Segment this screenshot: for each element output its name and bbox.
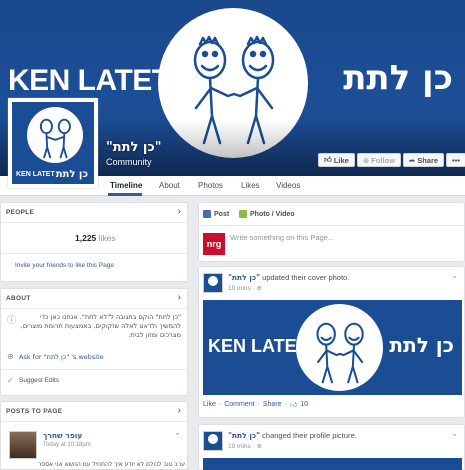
timeline-post-profile-picture: "כן לתת" changed their profile picture. … xyxy=(198,424,465,470)
page-category[interactable]: Community xyxy=(106,157,152,167)
post-image-brand-english: KEN LATET xyxy=(208,336,308,356)
visitor-post-time[interactable]: Today at 10:18pm xyxy=(43,442,91,448)
chevron-right-icon[interactable]: › xyxy=(178,405,181,416)
post-timestamp[interactable]: 19 mins · ⊕ xyxy=(228,284,262,292)
like-button[interactable]: 👍︎ Like xyxy=(318,153,355,167)
post-image-brand-hebrew: כן לתת xyxy=(389,333,454,357)
tab-likes[interactable]: Likes xyxy=(241,181,260,190)
two-people-shaking-hands-illustration xyxy=(316,322,364,384)
likes-count-label: likes xyxy=(98,233,116,243)
avatar-logo-circle xyxy=(208,434,218,444)
post-header: "כן לתת" changed their profile picture. xyxy=(228,431,357,440)
tab-timeline[interactable]: Timeline xyxy=(110,181,142,190)
post-author-name[interactable]: "כן לתת" xyxy=(228,431,260,440)
checkmark-icon: ✓ xyxy=(7,376,14,385)
chevron-down-icon[interactable]: ⌄ xyxy=(451,271,458,280)
cover-brand-english: KEN LATET xyxy=(8,64,170,97)
cover-brand-hebrew: כן לתת xyxy=(343,58,453,98)
profile-logo-circle xyxy=(27,107,83,163)
about-card-title: ABOUT xyxy=(6,295,31,302)
follow-button[interactable]: ⊛ Follow xyxy=(356,153,401,167)
post-action-text: changed their profile picture. xyxy=(262,431,357,440)
post-author-avatar[interactable] xyxy=(203,273,223,293)
post-action-text: updated their cover photo. xyxy=(262,273,350,282)
share-button[interactable]: ➦ Share xyxy=(402,153,445,167)
thumbs-up-icon: 👍︎ xyxy=(324,155,332,164)
divider xyxy=(1,253,187,254)
tab-photos[interactable]: Photos xyxy=(198,181,223,190)
posts-to-page-title: POSTS TO PAGE xyxy=(6,408,63,415)
posts-to-page-card: POSTS TO PAGE › עופר שחרך Today at 10:18… xyxy=(0,401,188,470)
divider xyxy=(1,308,187,309)
tab-about[interactable]: About xyxy=(159,181,180,190)
people-card: PEOPLE › 1,225 likes Invite your friends… xyxy=(0,202,188,282)
suggest-edits-link[interactable]: Suggest Edits xyxy=(19,377,59,384)
about-card: ABOUT › ⓘ "כן לתת" הוקם בתגובה ל"לא לתת"… xyxy=(0,288,188,396)
divider xyxy=(199,225,464,226)
post-timestamp[interactable]: 19 mins · ⊕ xyxy=(228,442,262,450)
chevron-down-icon[interactable]: ⌄ xyxy=(451,429,458,438)
invite-friends-link[interactable]: Invite your friends to like this Page xyxy=(15,262,114,269)
likes-count: 1,225 xyxy=(75,233,97,243)
visitor-post-author[interactable]: עופר שחרך xyxy=(43,431,82,440)
visitor-post-text: ערב טוב לכולם לא יודע איך להתחיל עם הנוש… xyxy=(38,461,185,468)
more-dots-icon: ••• xyxy=(452,155,460,165)
post-composer: Post Photo / Video nrg Write something o… xyxy=(198,202,465,262)
tab-post[interactable]: Post xyxy=(203,210,229,218)
post-likes-count[interactable]: 10 xyxy=(300,401,308,408)
visitor-avatar[interactable] xyxy=(9,431,37,459)
globe-icon: ⊕ xyxy=(256,443,262,450)
profile-picture-inner: KEN LATET כן לתת xyxy=(12,102,94,184)
post-time-label: 19 mins xyxy=(228,443,251,450)
active-tab-indicator xyxy=(108,193,142,196)
pencil-icon xyxy=(203,210,211,218)
post-time-label: 19 mins xyxy=(228,285,251,292)
post-profile-image-preview[interactable] xyxy=(203,458,462,470)
likes-count-row: 1,225 likes xyxy=(75,233,116,243)
chevron-right-icon[interactable]: › xyxy=(178,292,181,303)
chevron-right-icon[interactable]: › xyxy=(178,206,181,217)
thumbs-up-icon: 👍︎ xyxy=(289,402,298,409)
people-card-title: PEOPLE xyxy=(6,209,35,216)
timeline-post-cover-photo: "כן לתת" updated their cover photo. 19 m… xyxy=(198,266,465,418)
viewer-avatar: nrg xyxy=(203,233,225,255)
rss-icon: ⊛ xyxy=(362,155,370,165)
profile-brand-english: KEN LATET xyxy=(16,171,55,178)
chevron-down-icon[interactable]: ⌄ xyxy=(174,428,181,437)
globe-icon: ⊕ xyxy=(256,285,262,292)
profile-picture[interactable]: KEN LATET כן לתת xyxy=(8,98,98,188)
post-image-logo-circle xyxy=(296,304,383,391)
share-button-label: Share xyxy=(417,155,439,165)
ask-website-link[interactable]: Ask for "כן לתת" 's website xyxy=(19,353,104,361)
divider xyxy=(1,369,187,370)
camera-icon xyxy=(239,210,247,218)
post-author-name[interactable]: "כן לתת" xyxy=(228,273,260,282)
info-icon: ⓘ xyxy=(7,315,17,325)
more-options-button[interactable]: ••• xyxy=(446,153,465,167)
post-author-avatar[interactable] xyxy=(203,431,223,451)
page-title[interactable]: "כן לתת" xyxy=(106,140,162,155)
two-people-shaking-hands-icon xyxy=(39,118,71,159)
divider xyxy=(1,421,187,422)
share-arrow-icon: ➦ xyxy=(408,155,416,165)
tab-photo-video-label: Photo / Video xyxy=(250,210,295,218)
post-share-link[interactable]: Share xyxy=(263,401,282,408)
post-header: "כן לתת" updated their cover photo. xyxy=(228,273,349,282)
globe-icon: ⊕ xyxy=(7,352,14,361)
tab-videos[interactable]: Videos xyxy=(276,181,300,190)
tab-post-label: Post xyxy=(214,210,230,218)
like-button-label: Like xyxy=(333,155,349,165)
post-actions-row: Like · Comment · Share · 👍︎ 10 xyxy=(203,401,309,409)
divider xyxy=(1,222,187,223)
composer-input[interactable]: Write something on this Page... xyxy=(230,233,334,242)
tab-photo-video[interactable]: Photo / Video xyxy=(239,210,295,218)
follow-button-label: Follow xyxy=(371,155,395,165)
avatar-logo-circle xyxy=(208,276,218,286)
about-description: "כן לתת" הוקם בתגובה ל"לא לתת". אנחנו כא… xyxy=(20,313,181,339)
page-action-buttons: 👍︎ Like ⊛ Follow ➦ Share ••• xyxy=(318,153,465,167)
post-cover-image[interactable]: KEN LATET כן לתת xyxy=(203,300,462,395)
post-like-link[interactable]: Like xyxy=(203,401,216,408)
post-comment-link[interactable]: Comment xyxy=(224,401,254,408)
profile-brand-hebrew: כן לתת xyxy=(55,169,88,180)
